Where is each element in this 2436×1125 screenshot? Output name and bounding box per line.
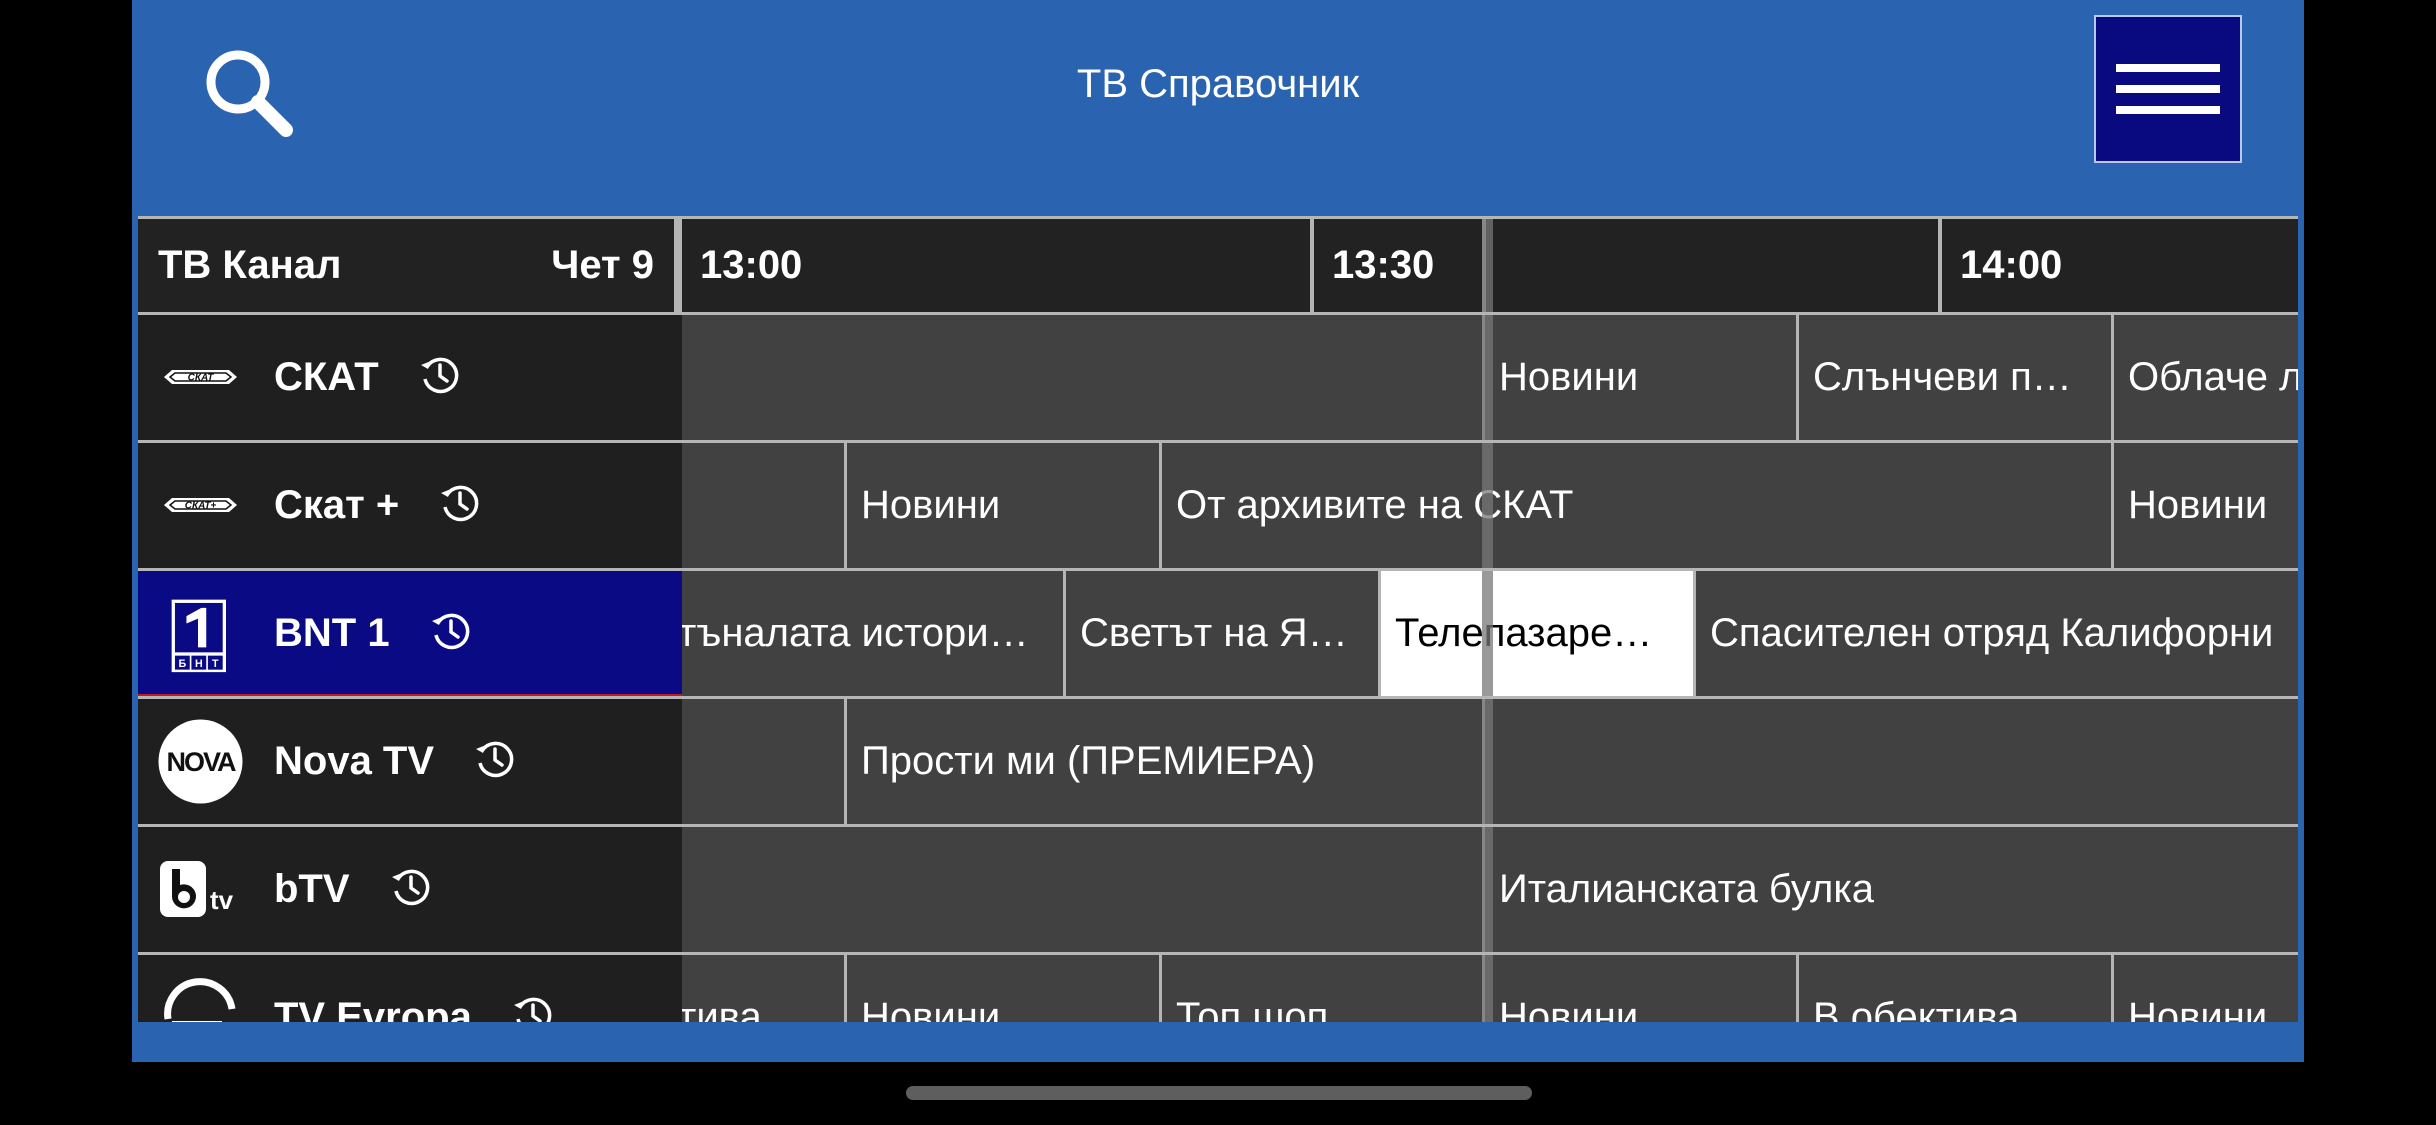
program-cell[interactable]: Новини (1482, 315, 1796, 440)
hamburger-menu-icon (2116, 64, 2220, 72)
program-cell-empty[interactable] (678, 827, 1482, 952)
app-window: ТВ Справочник 13:00 13:30 14:00 Новини С… (132, 0, 2304, 1062)
svg-text:tv: tv (210, 885, 234, 915)
svg-text:Б: Б (179, 658, 187, 670)
program-cell[interactable]: Италианската булка (1482, 827, 2298, 952)
footer-bar (132, 1022, 2304, 1062)
header-bar: ТВ Справочник (132, 0, 2304, 216)
hamburger-menu-icon (2116, 85, 2220, 93)
svg-text:Н: Н (195, 658, 203, 670)
home-indicator[interactable] (906, 1086, 1532, 1100)
program-cell[interactable]: Новини (844, 443, 1159, 568)
time-header-1330: 13:30 (1310, 219, 1482, 312)
channel-name: СКАТ (274, 355, 379, 399)
channel-row-bnt1[interactable]: Б Н Т BNT 1 (138, 571, 682, 696)
history-clock-icon[interactable] (429, 609, 473, 653)
history-clock-icon[interactable] (438, 481, 482, 525)
program-cell-empty[interactable] (1482, 699, 2298, 824)
history-clock-icon[interactable] (473, 737, 517, 781)
nova-logo: NOVA (158, 719, 243, 804)
hamburger-menu-icon (2116, 106, 2220, 114)
channel-row-skat-plus[interactable]: СКАТ+ Скат + (138, 443, 682, 568)
time-header-blank (1482, 219, 1938, 312)
tv-evropa-logo (164, 978, 236, 1022)
channel-column-label: ТВ Канал (158, 243, 342, 287)
page-title: ТВ Справочник (1076, 62, 1360, 106)
channel-column-header: ТВ Канал Чет 9 (138, 219, 678, 312)
bnt1-logo: Б Н Т (171, 599, 226, 673)
program-cell-empty[interactable] (678, 315, 1482, 440)
channel-name: Скат + (274, 483, 400, 527)
program-cell[interactable]: Слънчеви п… (1796, 315, 2111, 440)
channel-name: bTV (274, 867, 350, 911)
program-cell[interactable]: Новини (2111, 443, 2298, 568)
skat-logo: СКАТ (164, 370, 237, 384)
svg-text:NOVA: NOVA (166, 747, 236, 777)
channel-row-btv[interactable]: tv bTV (138, 827, 682, 952)
program-cell[interactable]: Топ шоп (1159, 955, 1482, 1022)
time-header-1300: 13:00 (678, 219, 1310, 312)
svg-text:СКАТ: СКАТ (188, 373, 215, 384)
channel-name: BNT 1 (274, 611, 390, 655)
menu-button[interactable] (2094, 15, 2242, 163)
program-cell[interactable]: тъналата истори… (678, 571, 1063, 696)
program-cell[interactable]: Новини (2111, 955, 2298, 1022)
skat-plus-logo: СКАТ+ (164, 498, 237, 512)
history-clock-icon[interactable] (418, 353, 462, 397)
program-cell[interactable]: Облаче л (2111, 315, 2298, 440)
program-cell[interactable]: Новини (1482, 955, 1796, 1022)
channel-row-skat[interactable]: СКАТ СКАТ (138, 315, 682, 440)
btv-logo: tv (160, 861, 234, 917)
program-cell-selected[interactable]: Телепазаре… (1378, 571, 1693, 696)
channel-row-tv-evropa[interactable]: TV Evropa (138, 955, 682, 1022)
program-cell[interactable]: Новини (844, 955, 1159, 1022)
epg-grid[interactable]: 13:00 13:30 14:00 Новини Слънчеви п… Обл… (138, 216, 2298, 1022)
program-cell[interactable]: Прости ми (ПРЕМИЕРА) (844, 699, 1482, 824)
time-header-1400: 14:00 (1938, 219, 2298, 312)
program-cell-empty[interactable] (678, 443, 844, 568)
program-cell-empty[interactable] (678, 699, 844, 824)
day-label: Чет 9 (551, 243, 654, 287)
history-clock-icon[interactable] (511, 993, 555, 1022)
channel-name: TV Evropa (274, 995, 472, 1022)
program-cell[interactable]: тива (678, 955, 844, 1022)
program-cell[interactable]: В обектива (1796, 955, 2111, 1022)
channel-name: Nova TV (274, 739, 435, 783)
svg-text:СКАТ+: СКАТ+ (185, 501, 217, 512)
channel-row-nova-tv[interactable]: NOVA Nova TV (138, 699, 682, 824)
program-cell[interactable]: От архивите на СКАТ (1159, 443, 2111, 568)
program-cell[interactable]: Светът на Я… (1063, 571, 1378, 696)
history-clock-icon[interactable] (389, 865, 433, 909)
svg-text:Т: Т (212, 658, 219, 670)
program-cell[interactable]: Спасителен отряд Калифорни (1693, 571, 2298, 696)
